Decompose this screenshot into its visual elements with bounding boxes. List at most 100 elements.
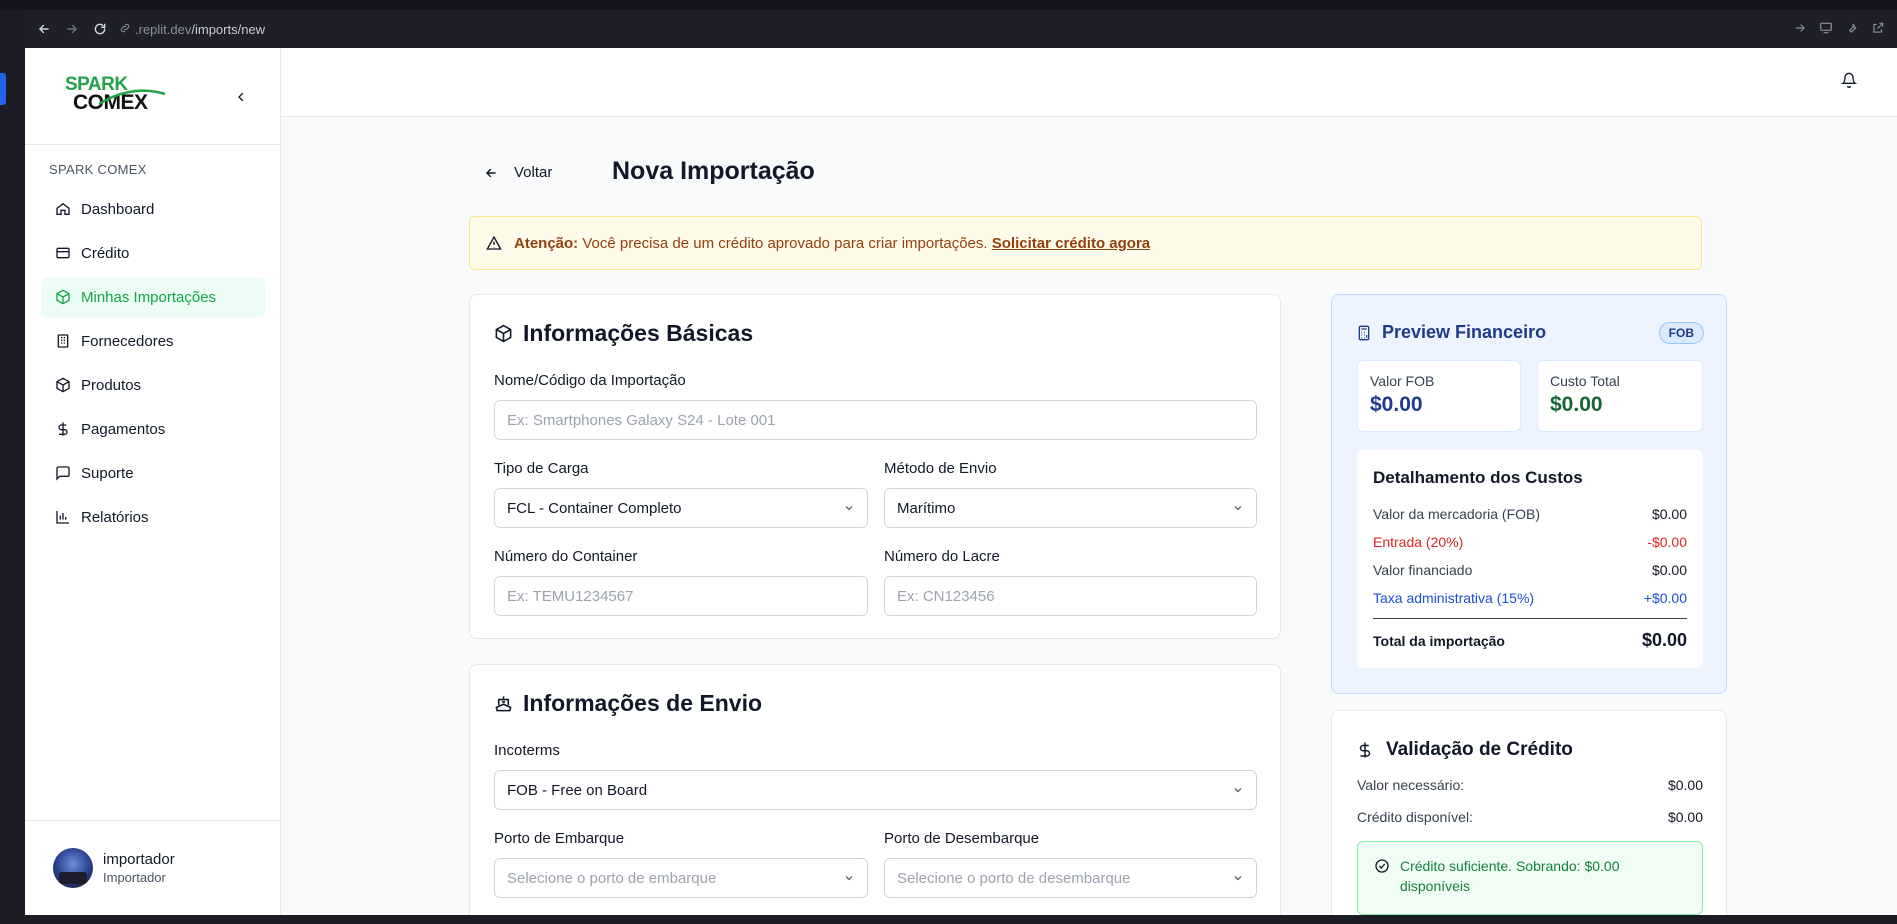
ship-icon — [494, 694, 513, 713]
incoterm-badge: FOB — [1658, 322, 1704, 344]
seal-number-input[interactable]: Ex: CN123456 — [884, 576, 1257, 616]
main-content: Voltar Nova Importação Atenção: Você pre… — [281, 117, 1897, 915]
building-icon — [55, 333, 71, 349]
seal-number-placeholder: Ex: CN123456 — [897, 587, 995, 605]
user-role: Importador — [103, 870, 166, 885]
url-text[interactable]: .replit.dev/imports/new — [119, 22, 265, 37]
shipping-method-select[interactable]: Marítimo — [884, 488, 1257, 528]
sidebar-item-label: Minhas Importações — [81, 288, 217, 306]
collapse-sidebar-chevron-icon[interactable] — [230, 86, 252, 108]
chevron-down-icon — [1232, 784, 1244, 796]
sidebar-item-label: Produtos — [81, 376, 142, 394]
sidebar-item-fornecedores[interactable]: Fornecedores — [41, 321, 265, 361]
external-link-icon[interactable] — [1871, 21, 1885, 38]
wrench-icon[interactable] — [1845, 21, 1859, 38]
alert-strong: Atenção: — [514, 234, 579, 252]
cost-row-value: -$0.00 — [1647, 534, 1687, 550]
incoterms-select[interactable]: FOB - Free on Board — [494, 770, 1257, 810]
sidebar-item-produtos[interactable]: Produtos — [41, 365, 265, 405]
financial-preview-title-wrap: Preview Financeiro — [1356, 322, 1546, 343]
import-name-placeholder: Ex: Smartphones Galaxy S24 - Lote 001 — [507, 411, 776, 429]
top-bar — [281, 48, 1897, 117]
app-window: SPARK COMEX SPARK COMEX Dashboard Crédit… — [25, 48, 1897, 915]
devices-icon[interactable] — [1819, 21, 1833, 38]
spark-comex-logo[interactable]: SPARK COMEX — [65, 74, 175, 118]
forward-small-icon[interactable] — [1793, 21, 1807, 38]
browser-tab-strip — [0, 0, 1897, 10]
bell-icon[interactable] — [1840, 72, 1859, 90]
credit-needed-value: $0.00 — [1667, 777, 1703, 793]
forward-arrow-icon[interactable] — [63, 20, 81, 38]
origin-port-select[interactable]: Selecione o porto de embarque — [494, 858, 868, 898]
total-import-label: Total da importação — [1373, 632, 1505, 649]
container-number-input[interactable]: Ex: TEMU1234567 — [494, 576, 868, 616]
back-button[interactable]: Voltar — [484, 164, 552, 181]
avatar — [53, 848, 93, 888]
sidebar-item-label: Relatórios — [81, 508, 149, 526]
total-cost-box: Custo Total $0.00 — [1537, 360, 1703, 432]
total-import-value: $0.00 — [1641, 630, 1687, 650]
sidebar: SPARK COMEX SPARK COMEX Dashboard Crédit… — [25, 48, 281, 915]
sidebar-item-pagamentos[interactable]: Pagamentos — [41, 409, 265, 449]
chevron-down-icon — [1232, 872, 1244, 884]
sidebar-item-label: Crédito — [81, 244, 130, 262]
sidebar-item-label: Dashboard — [81, 200, 155, 218]
basic-info-card: Informações Básicas Nome/Código da Impor… — [469, 294, 1281, 639]
cost-row-admin-fee: Taxa administrativa (15%) +$0.00 — [1373, 584, 1687, 612]
url-domain: .replit.dev — [135, 21, 192, 37]
sidebar-item-label: Suporte — [81, 464, 134, 482]
financial-preview-title: Preview Financeiro — [1382, 322, 1547, 342]
sidebar-item-suporte[interactable]: Suporte — [41, 453, 265, 493]
dollar-icon — [1356, 741, 1374, 759]
chevron-down-icon — [843, 502, 855, 514]
cargo-type-select[interactable]: FCL - Container Completo — [494, 488, 868, 528]
destination-port-label: Porto de Desembarque — [884, 830, 1040, 847]
link-icon — [119, 22, 131, 37]
message-icon — [55, 465, 71, 481]
package-icon — [55, 289, 71, 305]
cargo-type-value: FCL - Container Completo — [507, 499, 682, 517]
home-icon — [55, 201, 71, 217]
basic-info-title: Informações Básicas — [523, 320, 754, 346]
alert-text: Você precisa de um crédito aprovado para… — [582, 234, 988, 252]
cost-details-title: Detalhamento dos Custos — [1373, 468, 1583, 487]
import-name-input[interactable]: Ex: Smartphones Galaxy S24 - Lote 001 — [494, 400, 1257, 440]
origin-port-label: Porto de Embarque — [494, 830, 625, 847]
user-profile[interactable]: importador Importador — [25, 820, 281, 915]
cost-details: Detalhamento dos Custos Valor da mercado… — [1357, 450, 1703, 668]
reload-icon[interactable] — [91, 20, 109, 38]
sidebar-item-credito[interactable]: Crédito — [41, 233, 265, 273]
credit-success-text: Crédito suficiente. Sobrando: $0.00 disp… — [1400, 858, 1620, 894]
browser-bottom-edge — [25, 915, 1897, 924]
sidebar-item-relatorios[interactable]: Relatórios — [41, 497, 265, 537]
financial-preview-card: Preview Financeiro FOB Valor FOB $0.00 C… — [1331, 294, 1727, 694]
cost-row-total: Total da importação $0.00 — [1373, 618, 1687, 654]
back-arrow-icon[interactable] — [35, 20, 53, 38]
chevron-down-icon — [1232, 502, 1244, 514]
destination-port-select[interactable]: Selecione o porto de desembarque — [884, 858, 1257, 898]
logo-area: SPARK COMEX — [25, 48, 280, 145]
left-panel-active-marker — [0, 73, 6, 105]
cost-row-down-payment: Entrada (20%) -$0.00 — [1373, 528, 1687, 556]
credit-success-message: Crédito suficiente. Sobrando: $0.00 disp… — [1357, 841, 1703, 915]
container-number-placeholder: Ex: TEMU1234567 — [507, 587, 634, 605]
user-name: importador — [103, 851, 175, 868]
cost-row-value: $0.00 — [1651, 506, 1687, 522]
request-credit-link[interactable]: Solicitar crédito agora — [992, 235, 1150, 252]
fob-value-box: Valor FOB $0.00 — [1357, 360, 1521, 432]
shipping-method-value: Marítimo — [897, 499, 956, 517]
shipping-info-card: Informações de Envio Incoterms FOB - Fre… — [469, 664, 1281, 915]
shipping-method-label: Método de Envio — [884, 460, 997, 477]
warning-icon — [486, 235, 502, 251]
credit-validation-title: Validação de Crédito — [1386, 739, 1573, 760]
credit-needed-label: Valor necessário: — [1357, 777, 1465, 793]
arrow-left-icon — [484, 166, 498, 180]
cost-row-label: Valor financiado — [1373, 562, 1473, 578]
credit-available-label: Crédito disponível: — [1357, 809, 1473, 825]
package-icon — [494, 324, 513, 343]
url-path: /imports/new — [191, 21, 266, 37]
cost-row-label: Valor da mercadoria (FOB) — [1373, 506, 1541, 522]
sidebar-item-minhas-importacoes[interactable]: Minhas Importações — [41, 277, 265, 317]
sidebar-item-dashboard[interactable]: Dashboard — [41, 189, 265, 229]
box-icon — [55, 377, 71, 393]
